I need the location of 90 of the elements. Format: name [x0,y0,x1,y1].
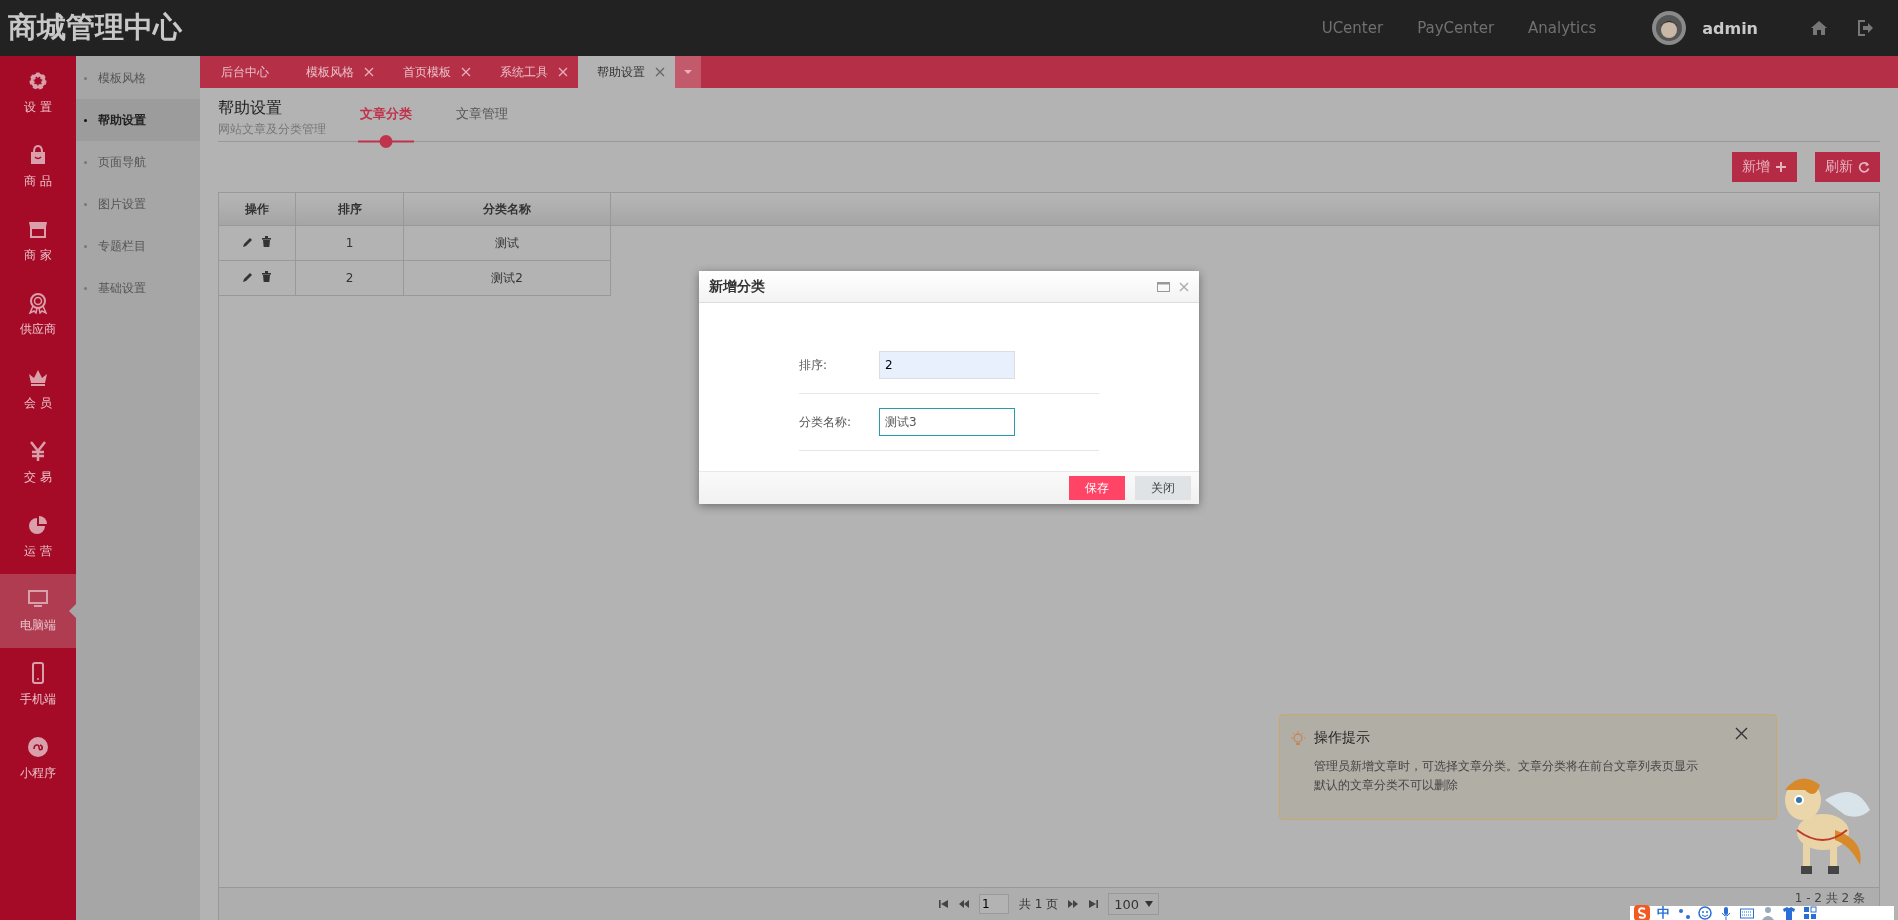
close-icon[interactable] [461,67,471,77]
first-page-icon[interactable] [938,900,949,908]
mini-program-icon [27,736,49,758]
column-header: 排序 [295,193,404,226]
record-count-text: 1 - 2 共 2 条 [1794,890,1865,907]
smiley-icon[interactable] [1698,906,1712,920]
keyboard-icon[interactable] [1740,906,1754,920]
trash-icon[interactable] [261,270,272,283]
punctuation-icon[interactable] [1677,906,1691,920]
next-page-icon[interactable] [1068,900,1079,908]
page-count-text: 共 1 页 [1018,895,1059,913]
dialog-title: 新增分类 [709,277,765,296]
shirt-icon[interactable] [1782,906,1796,920]
plus-icon [1775,161,1787,173]
toolbar-button[interactable]: 新增 [1732,152,1797,182]
grid-icon[interactable] [1803,906,1817,920]
nav-link[interactable]: UCenter [1321,19,1384,37]
sidebar-item[interactable]: 会 员 [0,352,76,426]
monitor-icon [27,588,49,610]
home-icon[interactable] [1810,20,1828,36]
tab[interactable]: 首页模板 [384,56,481,88]
tab[interactable]: 模板风格 [287,56,384,88]
table-cell: 2 [295,260,404,296]
caret-icon [1145,901,1154,907]
close-icon[interactable] [655,67,665,77]
table-cell: 测试 [403,225,611,261]
user-icon[interactable] [1761,906,1775,920]
last-page-icon[interactable] [1088,900,1099,908]
tab[interactable]: 文章分类 [358,105,414,148]
ime-logo-icon[interactable] [1634,905,1650,920]
tab[interactable]: 帮助设置 [578,56,675,88]
close-icon[interactable] [1735,727,1748,740]
table-cell: 1 [295,225,404,261]
sidebar-item[interactable]: 商 品 [0,130,76,204]
award-ribbon-icon [27,292,49,314]
sidebar-item[interactable]: 运 营 [0,500,76,574]
sidebar-item[interactable]: 图片设置 [76,183,200,225]
close-icon[interactable] [558,67,568,77]
gear-icon [27,70,49,92]
edit-icon[interactable] [242,235,253,248]
table-cell: 测试2 [403,260,611,296]
logo-text: 商城管理中心 [8,9,182,46]
sidebar-item[interactable]: 帮助设置 [76,99,200,141]
tab[interactable]: 文章管理 [456,105,508,148]
sidebar-item[interactable]: 专题栏目 [76,225,200,267]
previous-page-icon[interactable] [958,900,969,908]
field-label: 分类名称: [799,413,853,431]
sidebar-item[interactable]: 供应商 [0,278,76,352]
close-icon[interactable] [364,67,374,77]
tab[interactable]: 后台中心 [202,56,287,88]
sidebar-item[interactable]: 模板风格 [76,57,200,99]
input-field[interactable]: 2 [879,351,1015,379]
tab[interactable]: 系统工具 [481,56,578,88]
input-field[interactable]: 测试3 [879,408,1015,436]
sidebar-item[interactable]: 页面导航 [76,141,200,183]
caret-icon [684,70,692,74]
refresh-icon [1858,161,1870,173]
column-header: 操作 [219,193,296,226]
field-label: 排序: [799,356,829,374]
sidebar-item[interactable]: 商 家 [0,204,76,278]
page-size-select[interactable]: 100 [1108,893,1160,915]
column-header: 分类名称 [403,193,611,226]
nav-link[interactable]: Analytics [1528,19,1597,37]
pie-chart-icon [27,514,49,536]
nav-link[interactable]: PayCenter [1417,19,1495,37]
tip-text: 管理员新增文章时，可选择文章分类。文章分类将在前台文章列表页显示 [1313,758,1699,775]
microphone-icon[interactable] [1719,906,1733,920]
sidebar-item[interactable]: 基础设置 [76,267,200,309]
tab-indicator [358,135,414,148]
sidebar-item[interactable]: 交 易 [0,426,76,500]
user-name[interactable]: admin [1702,18,1758,38]
maximize-icon[interactable] [1157,281,1170,292]
logout-icon[interactable] [1858,20,1874,36]
sidebar-item[interactable]: 电脑端 [0,574,76,648]
sidebar-item[interactable]: 手机端 [0,648,76,722]
tip-text: 默认的文章分类不可以删除 [1313,777,1459,794]
sidebar-item[interactable]: 设 置 [0,56,76,130]
tip-title: 操作提示 [1314,729,1370,747]
avatar-icon[interactable] [1652,11,1687,45]
lightbulb-icon [1290,730,1306,746]
trash-icon[interactable] [261,235,272,248]
ime-mode-toggle[interactable]: 中 [1657,904,1670,920]
toolbar-button[interactable]: 刷新 [1815,152,1880,182]
yen-icon [27,440,49,462]
edit-icon[interactable] [242,270,253,283]
page-title: 帮助设置 [218,98,283,119]
page-number-field[interactable]: 1 [978,894,1009,914]
save-button[interactable]: 保存 [1069,476,1125,500]
close-button[interactable]: 关闭 [1135,476,1191,500]
sidebar-item[interactable]: 小程序 [0,722,76,796]
